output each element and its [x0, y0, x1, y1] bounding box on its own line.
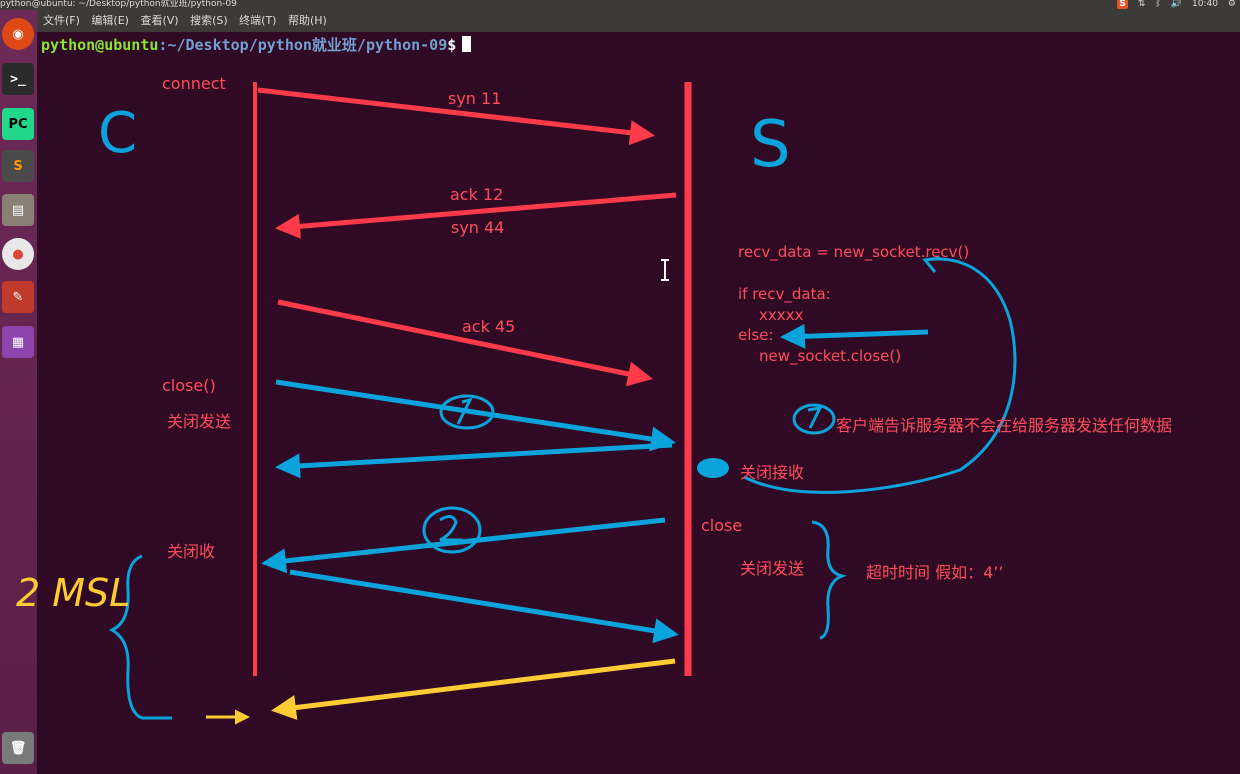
connect-label: connect [162, 74, 226, 93]
close-send-label-right: 关闭发送 [740, 559, 804, 578]
syn44-label: syn 44 [451, 218, 504, 237]
code-line-xxxxx: xxxxx [759, 306, 804, 324]
ibeam-cursor [661, 259, 669, 281]
code-line-recv: recv_data = new_socket.recv() [738, 243, 969, 262]
ack1-arrow [275, 442, 673, 479]
client-letter: C [98, 101, 137, 166]
tcp-diagram: C S 2 MSL connect close() 关闭发送 关闭收 syn 1… [16, 74, 1172, 725]
ack45-arrow [277, 299, 653, 387]
code-line-if: if recv_data: [738, 285, 831, 304]
close-recv-dot [697, 458, 729, 478]
close-recv-label-right: 关闭接收 [740, 463, 804, 482]
ack12-label: ack 12 [450, 185, 503, 204]
close-send-label-left: 关闭发送 [167, 412, 231, 431]
timeout-brace [811, 520, 848, 640]
syn11-label: syn 11 [448, 89, 501, 108]
msl-label: 2 MSL [16, 571, 130, 615]
server-close-label: close [701, 516, 742, 535]
timeout-label: 超时时间 假如：4’’ [866, 563, 1003, 582]
step2-numeral [439, 515, 462, 542]
close-call-label: close() [162, 376, 216, 395]
late-packet-arrow [271, 658, 676, 720]
ack2-arrow [289, 569, 679, 644]
code-line-else: else: [738, 326, 774, 344]
note-numeral [807, 406, 823, 429]
client-note-label: 客户端告诉服务器不会在给服务器发送任何数据 [836, 416, 1172, 435]
server-letter: S [750, 108, 791, 182]
code-line-close: new_socket.close() [759, 347, 901, 366]
fin1-arrow [275, 379, 676, 452]
ack45-label: ack 45 [462, 317, 515, 336]
close-recv-label-left: 关闭收 [167, 542, 215, 561]
fin2-arrow [261, 517, 666, 574]
else-arrow [780, 323, 929, 349]
